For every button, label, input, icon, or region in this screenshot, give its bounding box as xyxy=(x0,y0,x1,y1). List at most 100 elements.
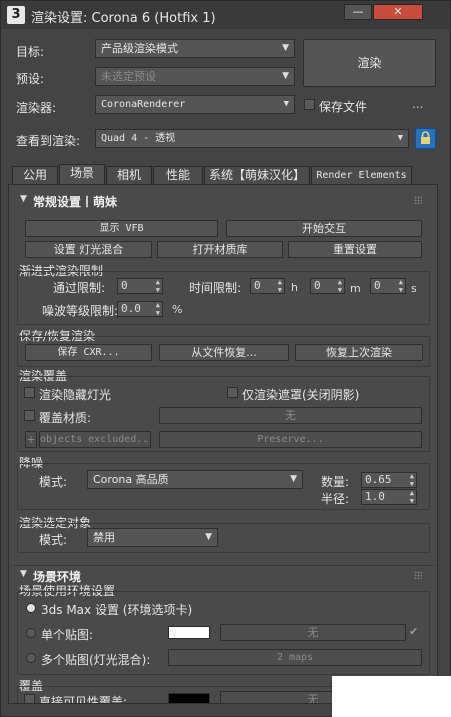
title-bar[interactable]: 3 渲染设置: Corona 6 (Hotfix 1) — ✕ xyxy=(1,1,450,29)
tab-system[interactable]: 系统【萌妹汉化】 xyxy=(204,166,310,185)
noise-limit-spinner[interactable]: 0.0 ▲ ▼ xyxy=(117,301,163,317)
noise-limit-value: 0.0 xyxy=(121,302,141,315)
drag-grip-icon[interactable] xyxy=(414,571,422,579)
direct-visibility-color-swatch[interactable] xyxy=(168,693,210,703)
time-hours-spinner[interactable]: 0 ▲ ▼ xyxy=(250,278,285,294)
render-mask-only-checkbox[interactable] xyxy=(227,387,238,398)
save-file-label: 保存文件 xyxy=(319,100,368,114)
render-button[interactable]: 渲染 xyxy=(303,39,436,87)
tab-scene[interactable]: 场景 xyxy=(59,164,105,186)
view-to-render-value: Quad 4 - 透视 xyxy=(101,133,176,144)
lock-icon xyxy=(421,131,430,144)
time-limit-label: 时间限制: xyxy=(189,281,242,295)
3dsmax-app-icon: 3 xyxy=(7,6,25,24)
env-single-map-color-swatch[interactable] xyxy=(168,626,210,639)
reset-settings-button[interactable]: 重置设置 xyxy=(288,241,422,258)
time-seconds-spinner[interactable]: 0 ▲ ▼ xyxy=(370,278,406,294)
env-multi-map-label: 多个贴图(灯光混合): xyxy=(41,653,151,667)
save-cxr-button[interactable]: 保存 CXR... xyxy=(25,344,152,361)
override-material-checkbox[interactable] xyxy=(24,410,35,421)
preset-dropdown[interactable]: 未选定预设 ▼ xyxy=(95,67,295,86)
panel-scrollbar[interactable] xyxy=(438,184,450,704)
denoise-radius-spinner[interactable]: 1.0 ▲ ▼ xyxy=(361,489,417,505)
env-multi-map-button[interactable]: 2 maps xyxy=(168,649,422,666)
save-file-checkbox[interactable] xyxy=(304,99,315,110)
general-settings-rollout-header[interactable]: ▼ 常规设置丨萌妹 xyxy=(13,191,434,211)
override-material-slot[interactable]: 无 xyxy=(159,407,422,424)
chevron-down-icon: ▼ xyxy=(290,474,297,484)
tab-camera[interactable]: 相机 xyxy=(106,166,152,185)
chevron-down-icon: ▼ xyxy=(205,532,212,542)
pass-limit-spinner[interactable]: 0 ▲ ▼ xyxy=(117,278,163,294)
render-hidden-lights-checkbox[interactable] xyxy=(24,387,35,398)
window-title: 渲染设置: Corona 6 (Hotfix 1) xyxy=(31,11,216,26)
time-hours-value: 0 xyxy=(254,279,261,292)
add-exclusion-button[interactable]: + xyxy=(25,431,37,448)
denoise-amount-value: 0.65 xyxy=(365,473,392,486)
env-single-map-slot[interactable]: 无 xyxy=(220,624,406,641)
restore-last-render-button[interactable]: 恢复上次渲染 xyxy=(295,344,423,361)
view-to-render-dropdown[interactable]: Quad 4 - 透视 ▼ xyxy=(95,129,409,148)
scene-tab-panel: ▼ 常规设置丨萌妹 显示 VFB 开始交互 设置 灯光混合 打开材质库 重置设置… xyxy=(8,184,438,704)
env-multi-map-radio[interactable] xyxy=(26,653,36,663)
target-label: 目标: xyxy=(16,45,45,59)
tab-common[interactable]: 公用 xyxy=(12,166,58,185)
show-vfb-button[interactable]: 显示 VFB xyxy=(25,220,218,237)
spinner-arrows-icon[interactable]: ▲ ▼ xyxy=(410,489,414,505)
light-mix-setup-button[interactable]: 设置 灯光混合 xyxy=(25,241,152,258)
time-minutes-spinner[interactable]: 0 ▲ ▼ xyxy=(310,278,345,294)
render-selected-group xyxy=(17,523,430,553)
spinner-arrows-icon[interactable]: ▲ ▼ xyxy=(399,278,403,294)
direct-visibility-override-checkbox[interactable] xyxy=(24,694,35,703)
chevron-down-icon: ▼ xyxy=(397,133,403,143)
env-single-map-enabled-checkbox[interactable]: ✔ xyxy=(409,625,418,638)
collapse-triangle-icon: ▼ xyxy=(20,569,27,579)
render-selected-mode-value: 禁用 xyxy=(93,531,115,544)
spinner-arrows-icon[interactable]: ▲ ▼ xyxy=(338,278,342,294)
chevron-down-icon: ▼ xyxy=(282,71,289,81)
render-selected-mode-dropdown[interactable]: 禁用 ▼ xyxy=(87,528,218,547)
general-settings-title: 常规设置丨萌妹 xyxy=(33,195,118,209)
lock-view-button[interactable] xyxy=(415,128,436,149)
start-interactive-button[interactable]: 开始交互 xyxy=(226,220,422,237)
override-material-label: 覆盖材质: xyxy=(39,411,92,425)
env-max-settings-label: 3ds Max 设置 (环境选项卡) xyxy=(41,603,193,617)
spinner-arrows-icon[interactable]: ▲ ▼ xyxy=(278,278,282,294)
time-seconds-value: 0 xyxy=(374,279,381,292)
spinner-arrows-icon[interactable]: ▲ ▼ xyxy=(156,278,160,294)
render-selected-mode-label: 模式: xyxy=(39,533,68,547)
seconds-unit: s xyxy=(411,282,417,295)
spinner-arrows-icon[interactable]: ▲ ▼ xyxy=(410,472,414,488)
objects-excluded-button[interactable]: objects excluded... xyxy=(39,431,151,448)
renderer-label: 渲染器: xyxy=(16,101,57,115)
denoise-radius-value: 1.0 xyxy=(365,490,385,503)
target-dropdown[interactable]: 产品级渲染模式 ▼ xyxy=(95,39,295,58)
preset-value: 未选定预设 xyxy=(101,70,156,83)
minimize-button[interactable]: — xyxy=(344,4,372,20)
spinner-arrows-icon[interactable]: ▲ ▼ xyxy=(156,301,160,317)
env-single-map-radio[interactable] xyxy=(26,628,36,638)
drag-grip-icon[interactable] xyxy=(414,196,422,204)
open-material-library-button[interactable]: 打开材质库 xyxy=(157,241,283,258)
pass-limit-label: 通过限制: xyxy=(53,281,106,295)
renderer-value: CoronaRenderer xyxy=(101,99,186,110)
render-settings-window: 3 渲染设置: Corona 6 (Hotfix 1) — ✕ 目标: 产品级渲… xyxy=(0,0,451,717)
chevron-down-icon: ▼ xyxy=(282,43,289,53)
render-mask-only-label: 仅渲染遮罩(关闭阴影) xyxy=(242,388,360,402)
close-button[interactable]: ✕ xyxy=(373,4,423,20)
denoise-mode-label: 模式: xyxy=(39,475,68,489)
tab-performance[interactable]: 性能 xyxy=(153,166,203,185)
direct-visibility-override-label: 直接可见性覆盖: xyxy=(39,695,128,704)
denoise-mode-dropdown[interactable]: Corona 高品质 ▼ xyxy=(87,470,303,489)
time-minutes-value: 0 xyxy=(314,279,321,292)
tab-render-elements[interactable]: Render Elements xyxy=(311,166,412,185)
renderer-dropdown[interactable]: CoronaRenderer ▼ xyxy=(95,95,295,114)
save-file-browse-button[interactable]: ... xyxy=(412,97,423,111)
preserve-button[interactable]: Preserve... xyxy=(159,431,422,448)
env-single-map-label: 单个贴图: xyxy=(41,628,94,642)
denoise-amount-spinner[interactable]: 0.65 ▲ ▼ xyxy=(361,472,417,488)
restore-from-file-button[interactable]: 从文件恢复... xyxy=(159,344,289,361)
pass-limit-value: 0 xyxy=(121,279,128,292)
noise-limit-label: 噪波等级限制: xyxy=(42,304,119,318)
env-max-settings-radio[interactable] xyxy=(26,603,36,613)
